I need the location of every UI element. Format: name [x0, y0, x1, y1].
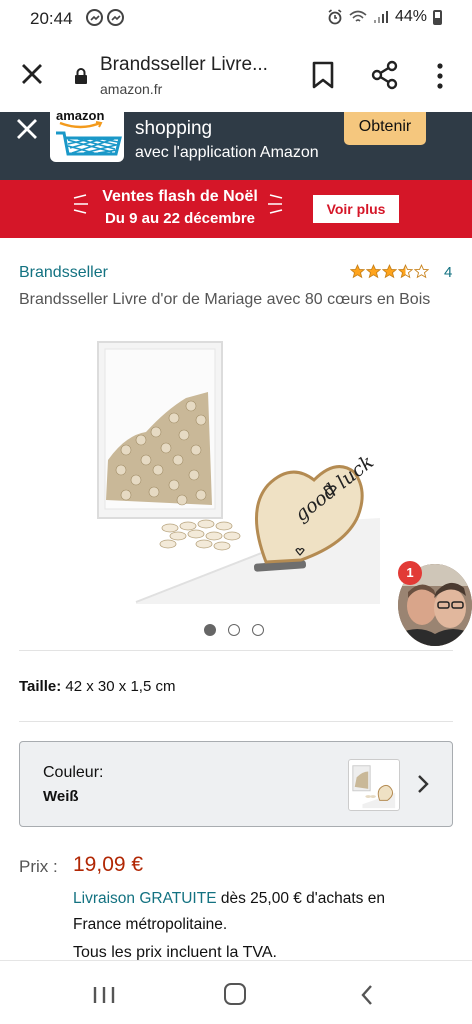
star-icon [382, 264, 397, 279]
shopping-cart-icon [56, 131, 122, 156]
close-icon[interactable] [18, 60, 46, 88]
browser-toolbar: Brandsseller Livre... amazon.fr [0, 38, 472, 112]
banner-subtitle: avec l'application Amazon [135, 144, 319, 161]
back-icon[interactable] [360, 983, 374, 1007]
get-app-button[interactable]: Obtenir [344, 112, 426, 145]
star-icon [414, 264, 429, 279]
battery-icon [433, 9, 442, 25]
lock-icon [75, 68, 87, 84]
status-bar: 20:44 44% [0, 0, 472, 38]
image-carousel-dots[interactable] [204, 624, 264, 636]
home-icon[interactable] [224, 983, 246, 1005]
banner-headline: shopping [135, 118, 213, 139]
recent-apps-icon[interactable] [92, 985, 116, 1005]
free-delivery-link[interactable]: Livraison GRATUITE [73, 890, 217, 907]
more-options-icon[interactable] [430, 62, 450, 90]
chat-head-badge: 1 [398, 561, 422, 585]
size-label: Taille: [19, 678, 62, 695]
chat-icon [107, 9, 124, 26]
status-system-icons: 44% [327, 8, 442, 26]
messenger-icon [86, 9, 103, 26]
status-time: 20:44 [30, 9, 73, 28]
divider [19, 721, 453, 722]
brand-link[interactable]: Brandsseller [19, 264, 108, 282]
divider [19, 650, 453, 651]
size-row: Taille: 42 x 30 x 1,5 cm [19, 678, 175, 695]
promo-dates: Du 9 au 22 décembre [104, 210, 256, 227]
price-label: Prix : [19, 857, 58, 876]
battery-percent: 44% [394, 8, 427, 25]
delivery-info: Livraison GRATUITE dès 25,00 € d'achats … [73, 886, 433, 938]
star-icon [366, 264, 381, 279]
star-icon [398, 264, 413, 279]
bookmark-icon[interactable] [310, 60, 336, 90]
color-value: Weiß [43, 788, 79, 805]
price-value: 19,09 € [73, 853, 144, 876]
amazon-smile-icon [59, 121, 103, 129]
banner-close-icon[interactable] [14, 116, 40, 142]
page-url[interactable]: amazon.fr [100, 81, 162, 97]
product-title: Brandsseller Livre d'or de Mariage avec … [19, 291, 431, 308]
see-more-button[interactable]: Voir plus [313, 195, 399, 223]
wifi-icon [349, 10, 367, 22]
promo-banner[interactable]: Ventes flash de Noël Du 9 au 22 décembre… [0, 180, 472, 238]
color-thumbnail[interactable] [348, 759, 400, 811]
carousel-dot[interactable] [204, 624, 216, 636]
size-value: 42 x 30 x 1,5 cm [65, 678, 176, 695]
color-selector[interactable]: Couleur: Weiß [19, 741, 453, 827]
share-icon[interactable] [370, 60, 400, 90]
carousel-dot[interactable] [228, 624, 240, 636]
amazon-app-logo: amazon [50, 112, 124, 162]
app-install-banner: amazon shopping avec l'application Amazo… [0, 112, 472, 180]
system-navigation-bar [0, 960, 472, 1024]
carousel-dot[interactable] [252, 624, 264, 636]
vat-note: Tous les prix incluent la TVA. [73, 944, 277, 960]
status-notification-icons [86, 9, 124, 26]
star-icon [350, 264, 365, 279]
alarm-icon [328, 9, 342, 25]
chevron-right-icon [418, 775, 429, 793]
promo-title: Ventes flash de Noël [102, 188, 258, 205]
page-title[interactable]: Brandsseller Livre... [100, 54, 268, 76]
product-image[interactable]: good luck [96, 340, 380, 604]
rating-count[interactable]: 4 [444, 264, 452, 281]
color-label: Couleur: [43, 764, 104, 781]
signal-icon [373, 11, 388, 23]
rating-stars[interactable] [350, 264, 429, 279]
